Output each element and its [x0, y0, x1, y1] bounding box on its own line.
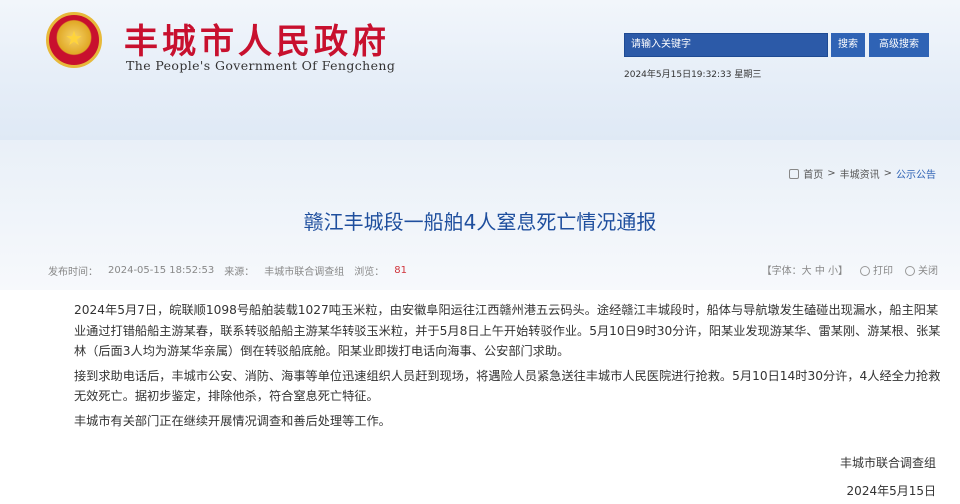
article-title: 赣江丰城段一船舶4人窒息死亡情况通报 — [303, 210, 657, 234]
site-title[interactable]: 丰城市人民政府 — [124, 14, 390, 63]
print-label: 打印 — [873, 266, 893, 277]
print-button[interactable]: 打印 — [860, 262, 893, 277]
publish-label: 发布时间： — [48, 266, 98, 278]
site-subtitle: The People's Government Of Fengcheng — [126, 58, 396, 73]
source-label: 来源： — [224, 266, 255, 278]
article-signature: 丰城市联合调查组 — [839, 456, 936, 470]
close-icon — [905, 266, 915, 276]
views-label: 浏览： — [354, 266, 385, 278]
print-icon — [860, 266, 870, 276]
source: 丰城市联合调查组 — [264, 266, 345, 278]
article-tools: 【字体：大 中 小】 打印 关闭 — [762, 262, 938, 277]
home-icon — [789, 168, 800, 179]
publish-time: 2024-05-15 18:52:53 — [108, 264, 215, 276]
article-date: 2024年5月15日 — [846, 484, 936, 498]
breadcrumb-separator: > — [883, 168, 892, 179]
site-header: 丰城市人民政府 The People's Government Of Fengc… — [0, 0, 960, 140]
breadcrumb-item-home[interactable]: 首页 — [803, 166, 823, 181]
article-body: 2024年5月7日，皖联顺1098号船舶装载1027吨玉米粒，由安徽阜阳运往江西… — [74, 300, 944, 431]
breadcrumb: 首页 > 丰城资讯 > 公示公告 — [789, 166, 936, 181]
breadcrumb-separator: > — [827, 168, 836, 179]
breadcrumb-item-news[interactable]: 丰城资讯 — [840, 166, 880, 181]
header-datetime: 2024年5月15日19:32:33 星期三 — [624, 70, 762, 80]
search-button[interactable]: 搜索 — [831, 33, 865, 57]
breadcrumb-item-notices[interactable]: 公示公告 — [896, 166, 936, 181]
views-count: 81 — [394, 264, 407, 276]
article-paragraph: 接到求助电话后，丰城市公安、消防、海事等单位迅速组织人员赶到现场，将遇险人员紧急… — [74, 368, 941, 404]
article-paragraph: 丰城市有关部门正在继续开展情况调查和善后处理等工作。 — [74, 413, 391, 428]
search-input[interactable]: 请输入关键字 — [624, 33, 828, 57]
close-button[interactable]: 关闭 — [905, 262, 938, 277]
font-size-control[interactable]: 【字体：大 中 小】 — [762, 262, 848, 277]
advanced-search-button[interactable]: 高级搜索 — [869, 33, 929, 57]
article-paragraph: 2024年5月7日，皖联顺1098号船舶装载1027吨玉米粒，由安徽阜阳运往江西… — [74, 303, 941, 358]
close-label: 关闭 — [918, 266, 938, 277]
national-emblem-icon — [46, 12, 102, 68]
